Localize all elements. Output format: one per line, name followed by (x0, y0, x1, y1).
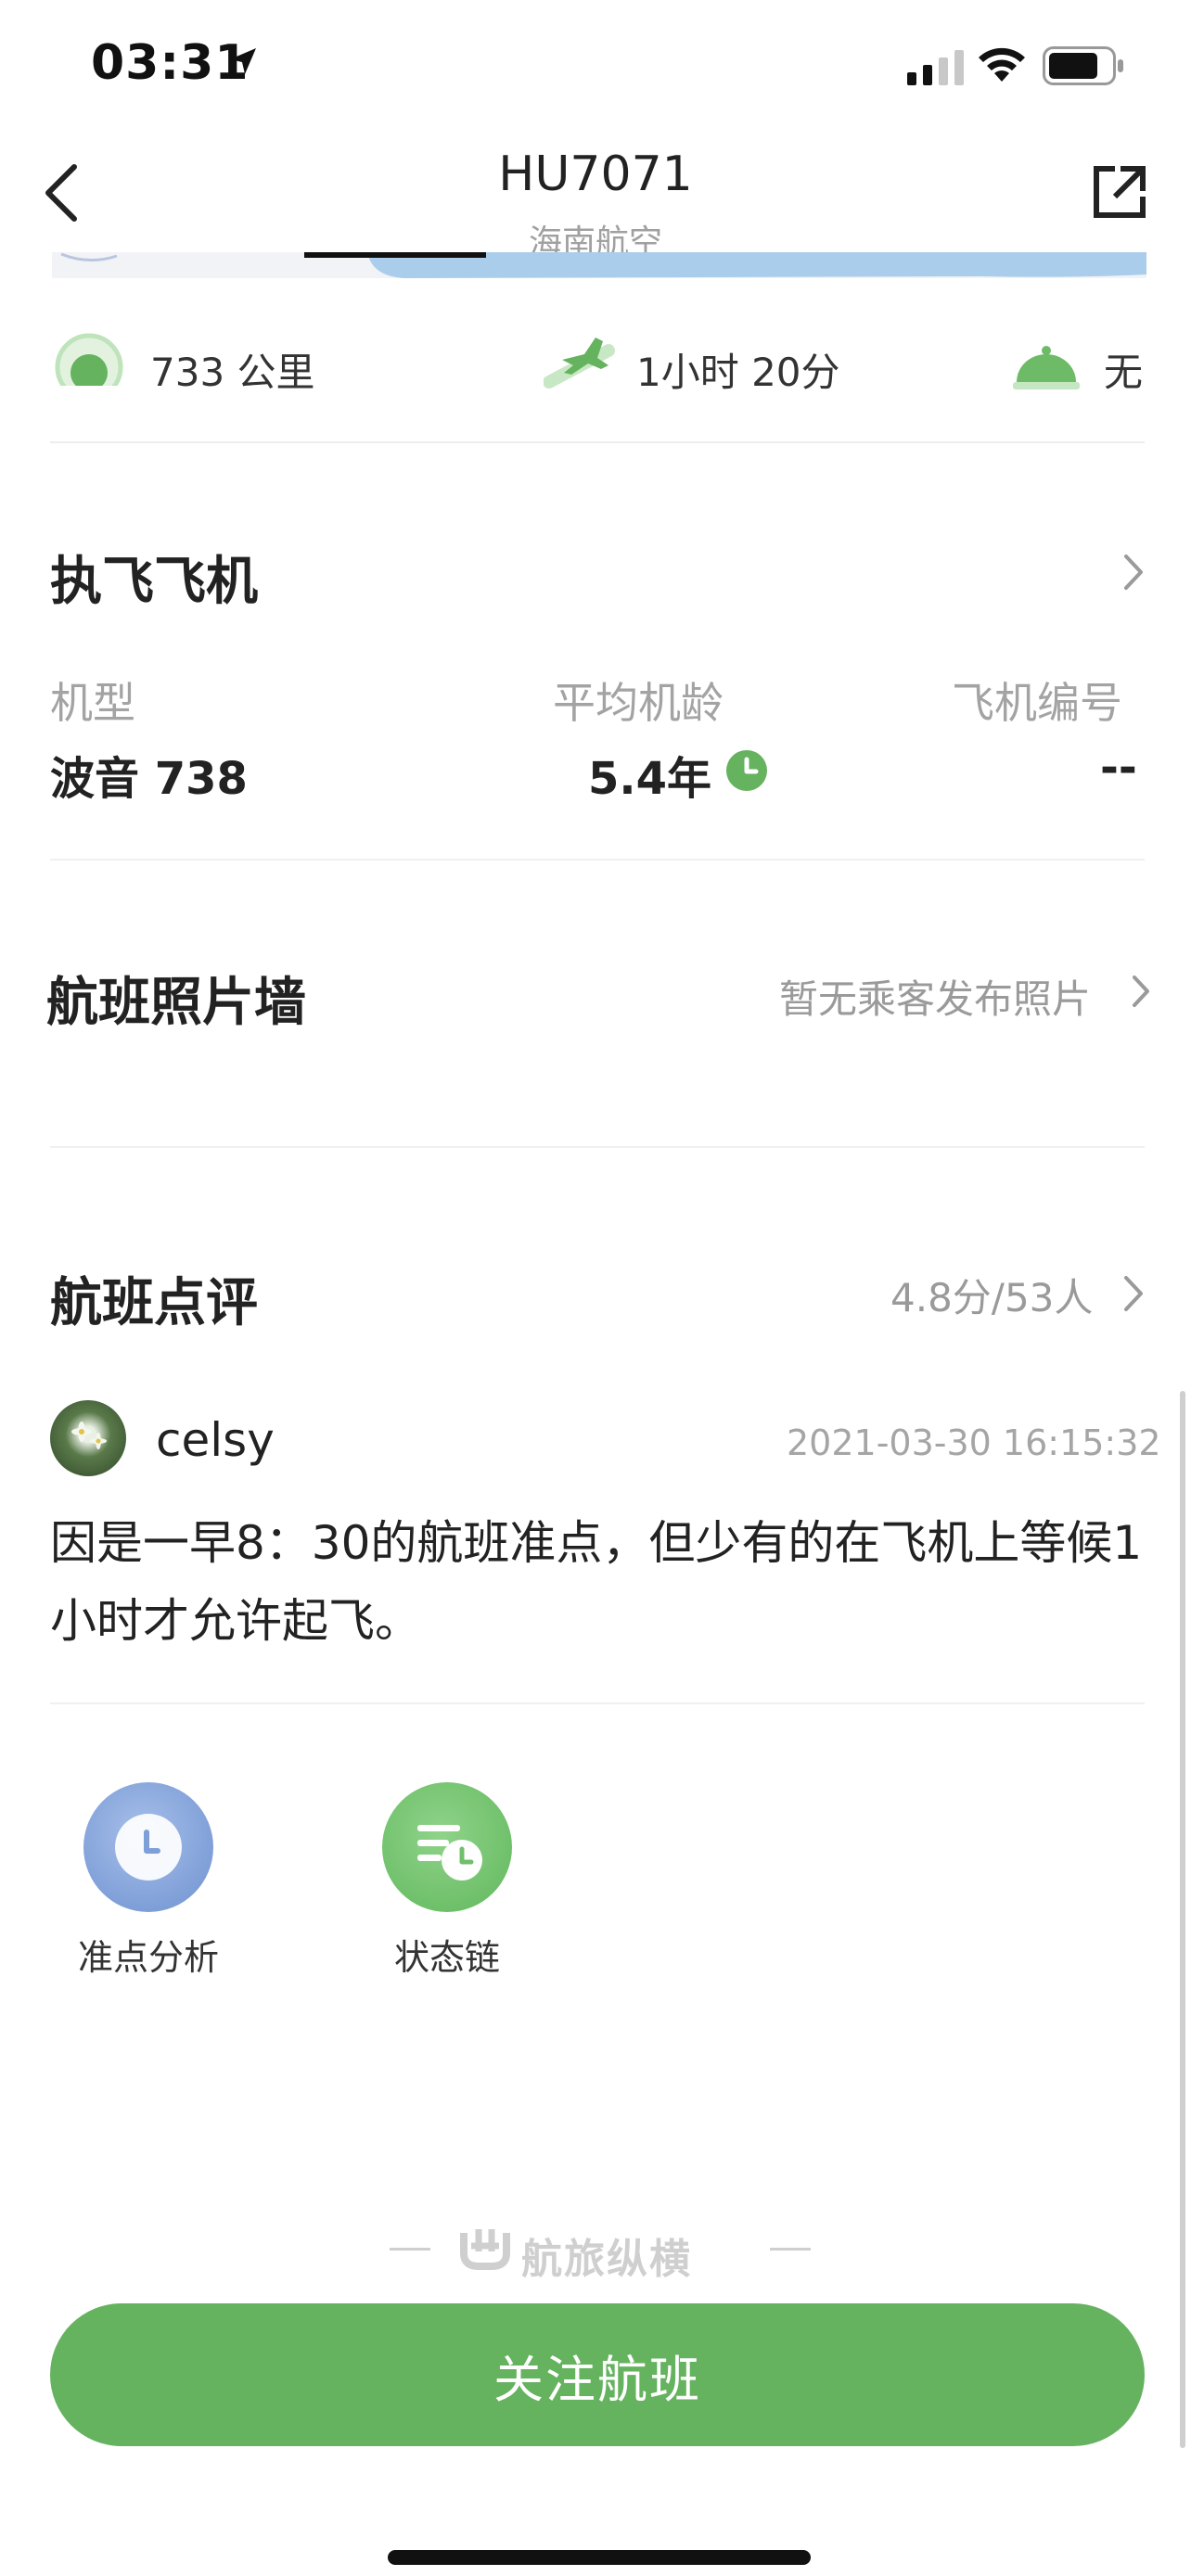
photo-wall-note[interactable]: 暂无乘客发布照片 (779, 968, 1091, 1025)
distance-value: 733 公里 (150, 350, 315, 395)
divider (50, 1702, 1145, 1704)
average-age-label: 平均机龄 (553, 678, 724, 728)
aircraft-model-label: 机型 (50, 678, 135, 728)
average-age-value: 5.4年 (588, 753, 712, 805)
reviewer-name: celsy (156, 1413, 275, 1467)
share-external-icon[interactable] (1091, 163, 1148, 221)
review-timestamp: 2021-03-30 16:15:32 (787, 1422, 1161, 1463)
punctuality-analysis-label[interactable]: 准点分析 (37, 1929, 260, 1980)
brand-name: 航旅纵横 (521, 2236, 692, 2283)
status-chain-label[interactable]: 状态链 (336, 1929, 558, 1980)
cellular-signal-icon (907, 50, 964, 85)
avatar[interactable] (50, 1400, 126, 1476)
review-text: 因是一早8：30的航班准点，但少有的在飞机上等候1小时才允许起飞。 (50, 1516, 1143, 1648)
photo-wall-title[interactable]: 航班照片墙 (46, 961, 306, 1036)
clock-icon (115, 1814, 182, 1881)
aircraft-number-value: -- (1100, 742, 1137, 794)
aircraft-number-label: 飞机编号 (952, 678, 1122, 728)
route-map[interactable] (52, 252, 1146, 278)
divider (50, 859, 1145, 861)
chevron-right-icon[interactable] (1130, 972, 1152, 1011)
brand-logo-icon (460, 2229, 510, 2270)
home-indicator[interactable] (388, 2550, 811, 2565)
status-time: 03:31 (91, 35, 250, 91)
distance-gauge-icon (52, 333, 126, 401)
clock-badge-icon (726, 750, 767, 791)
location-arrow-icon (230, 48, 256, 74)
meal-value: 无 (1104, 350, 1144, 395)
scrollbar[interactable] (1180, 1391, 1185, 2448)
chevron-right-icon[interactable] (1121, 549, 1148, 595)
duration-value: 1小时 20分 (636, 350, 840, 395)
aircraft-model-value: 波音 738 (50, 753, 248, 805)
punctuality-analysis-button[interactable] (83, 1782, 213, 1912)
flight-number-title: HU7071 (498, 147, 693, 202)
divider (50, 441, 1145, 443)
status-chain-button[interactable] (382, 1782, 512, 1912)
battery-icon (1043, 46, 1123, 85)
brand-watermark: 航旅纵横 (390, 2216, 811, 2283)
status-chain-icon (417, 1825, 482, 1881)
flight-duration-icon (544, 338, 615, 389)
chevron-right-icon[interactable] (1121, 1270, 1148, 1317)
meal-cloche-icon (1013, 346, 1080, 389)
wifi-icon (979, 47, 1025, 82)
review-summary[interactable]: 4.8分/53人 (890, 1267, 1093, 1323)
divider (50, 1146, 1145, 1148)
aircraft-section-title[interactable]: 执飞飞机 (50, 540, 258, 615)
reviews-section-title[interactable]: 航班点评 (50, 1261, 258, 1336)
follow-flight-button[interactable]: 关注航班 (50, 2303, 1145, 2446)
